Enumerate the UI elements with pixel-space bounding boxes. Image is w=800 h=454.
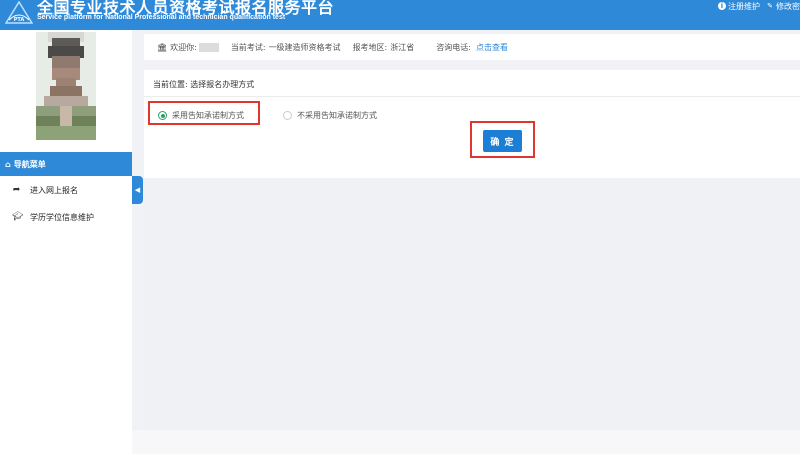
edit-icon: ✎ [767,2,773,10]
home-icon: ⌂ [5,159,11,169]
region-value: 浙江省 [390,42,415,52]
radio-option-label: 采用告知承诺制方式 [172,111,244,120]
confirm-button[interactable]: 确 定 [483,130,522,152]
phone-label: 咨询电话: [436,42,471,52]
region-label: 报考地区: [352,42,388,52]
change-password-link[interactable]: ✎ 修改密 [766,1,800,12]
radio-option-label: 不采用告知承诺制方式 [297,111,377,120]
exam-value: 一级建造师资格考试 [268,42,341,52]
exam-label: 当前考试: [230,42,266,52]
welcome-label: 欢迎你: [170,42,197,52]
share-arrow-icon: ➦ [12,185,21,195]
nav-menu-title: 导航菜单 [13,159,46,169]
sidebar-item-label: 学历学位信息维护 [30,212,94,222]
logo-text: PTA [14,17,25,23]
sidebar-collapse-toggle[interactable]: ◀ [132,176,143,204]
chevron-left-icon: ◀ [134,186,141,194]
register-maintain-link[interactable]: i 注册维护 [718,1,760,12]
sidebar: ⌂ 导航菜单 ➦ 进入网上报名 🎓︎ 学历学位信息维护 [0,30,132,454]
header-actions: i 注册维护 ✎ 修改密 [718,0,800,12]
content-background [144,178,800,430]
divider [144,96,800,97]
radio-option-commitment[interactable]: 采用告知承诺制方式 [158,110,244,121]
phone-view-link[interactable]: 点击查看 [476,42,508,53]
register-maintain-label: 注册维护 [728,1,760,11]
breadcrumb: 当前位置: 选择报名办理方式 [153,80,255,89]
info-icon: i [718,2,726,10]
radio-checked-icon [158,111,167,120]
sidebar-item-label: 进入网上报名 [30,185,78,195]
platform-subtitle: Service platform for National Profession… [37,14,286,21]
registration-method-panel: 当前位置: 选择报名办理方式 采用告知承诺制方式 不采用告知承诺制方式 确 定 [144,70,800,178]
top-header: PTA 全国专业技术人员资格考试报名服务平台 Service platform … [0,0,800,30]
footer-strip [132,430,800,454]
radio-option-no-commitment[interactable]: 不采用告知承诺制方式 [283,110,377,121]
sidebar-item-online-registration[interactable]: ➦ 进入网上报名 [0,178,132,202]
change-password-label: 修改密 [776,1,800,11]
user-name-redacted [198,42,219,52]
radio-unchecked-icon [283,111,292,120]
nav-menu-header: ⌂ 导航菜单 [0,152,132,176]
graduation-cap-icon: 🎓︎ [12,212,24,222]
institution-icon: 🏛︎ [157,42,168,52]
sidebar-item-degree-info[interactable]: 🎓︎ 学历学位信息维护 [0,205,132,229]
user-info-bar: 🏛︎ 欢迎你: 当前考试: 一级建造师资格考试 报考地区: 浙江省 咨询电话: … [144,34,800,60]
avatar [36,32,96,140]
pta-logo: PTA [5,1,33,24]
